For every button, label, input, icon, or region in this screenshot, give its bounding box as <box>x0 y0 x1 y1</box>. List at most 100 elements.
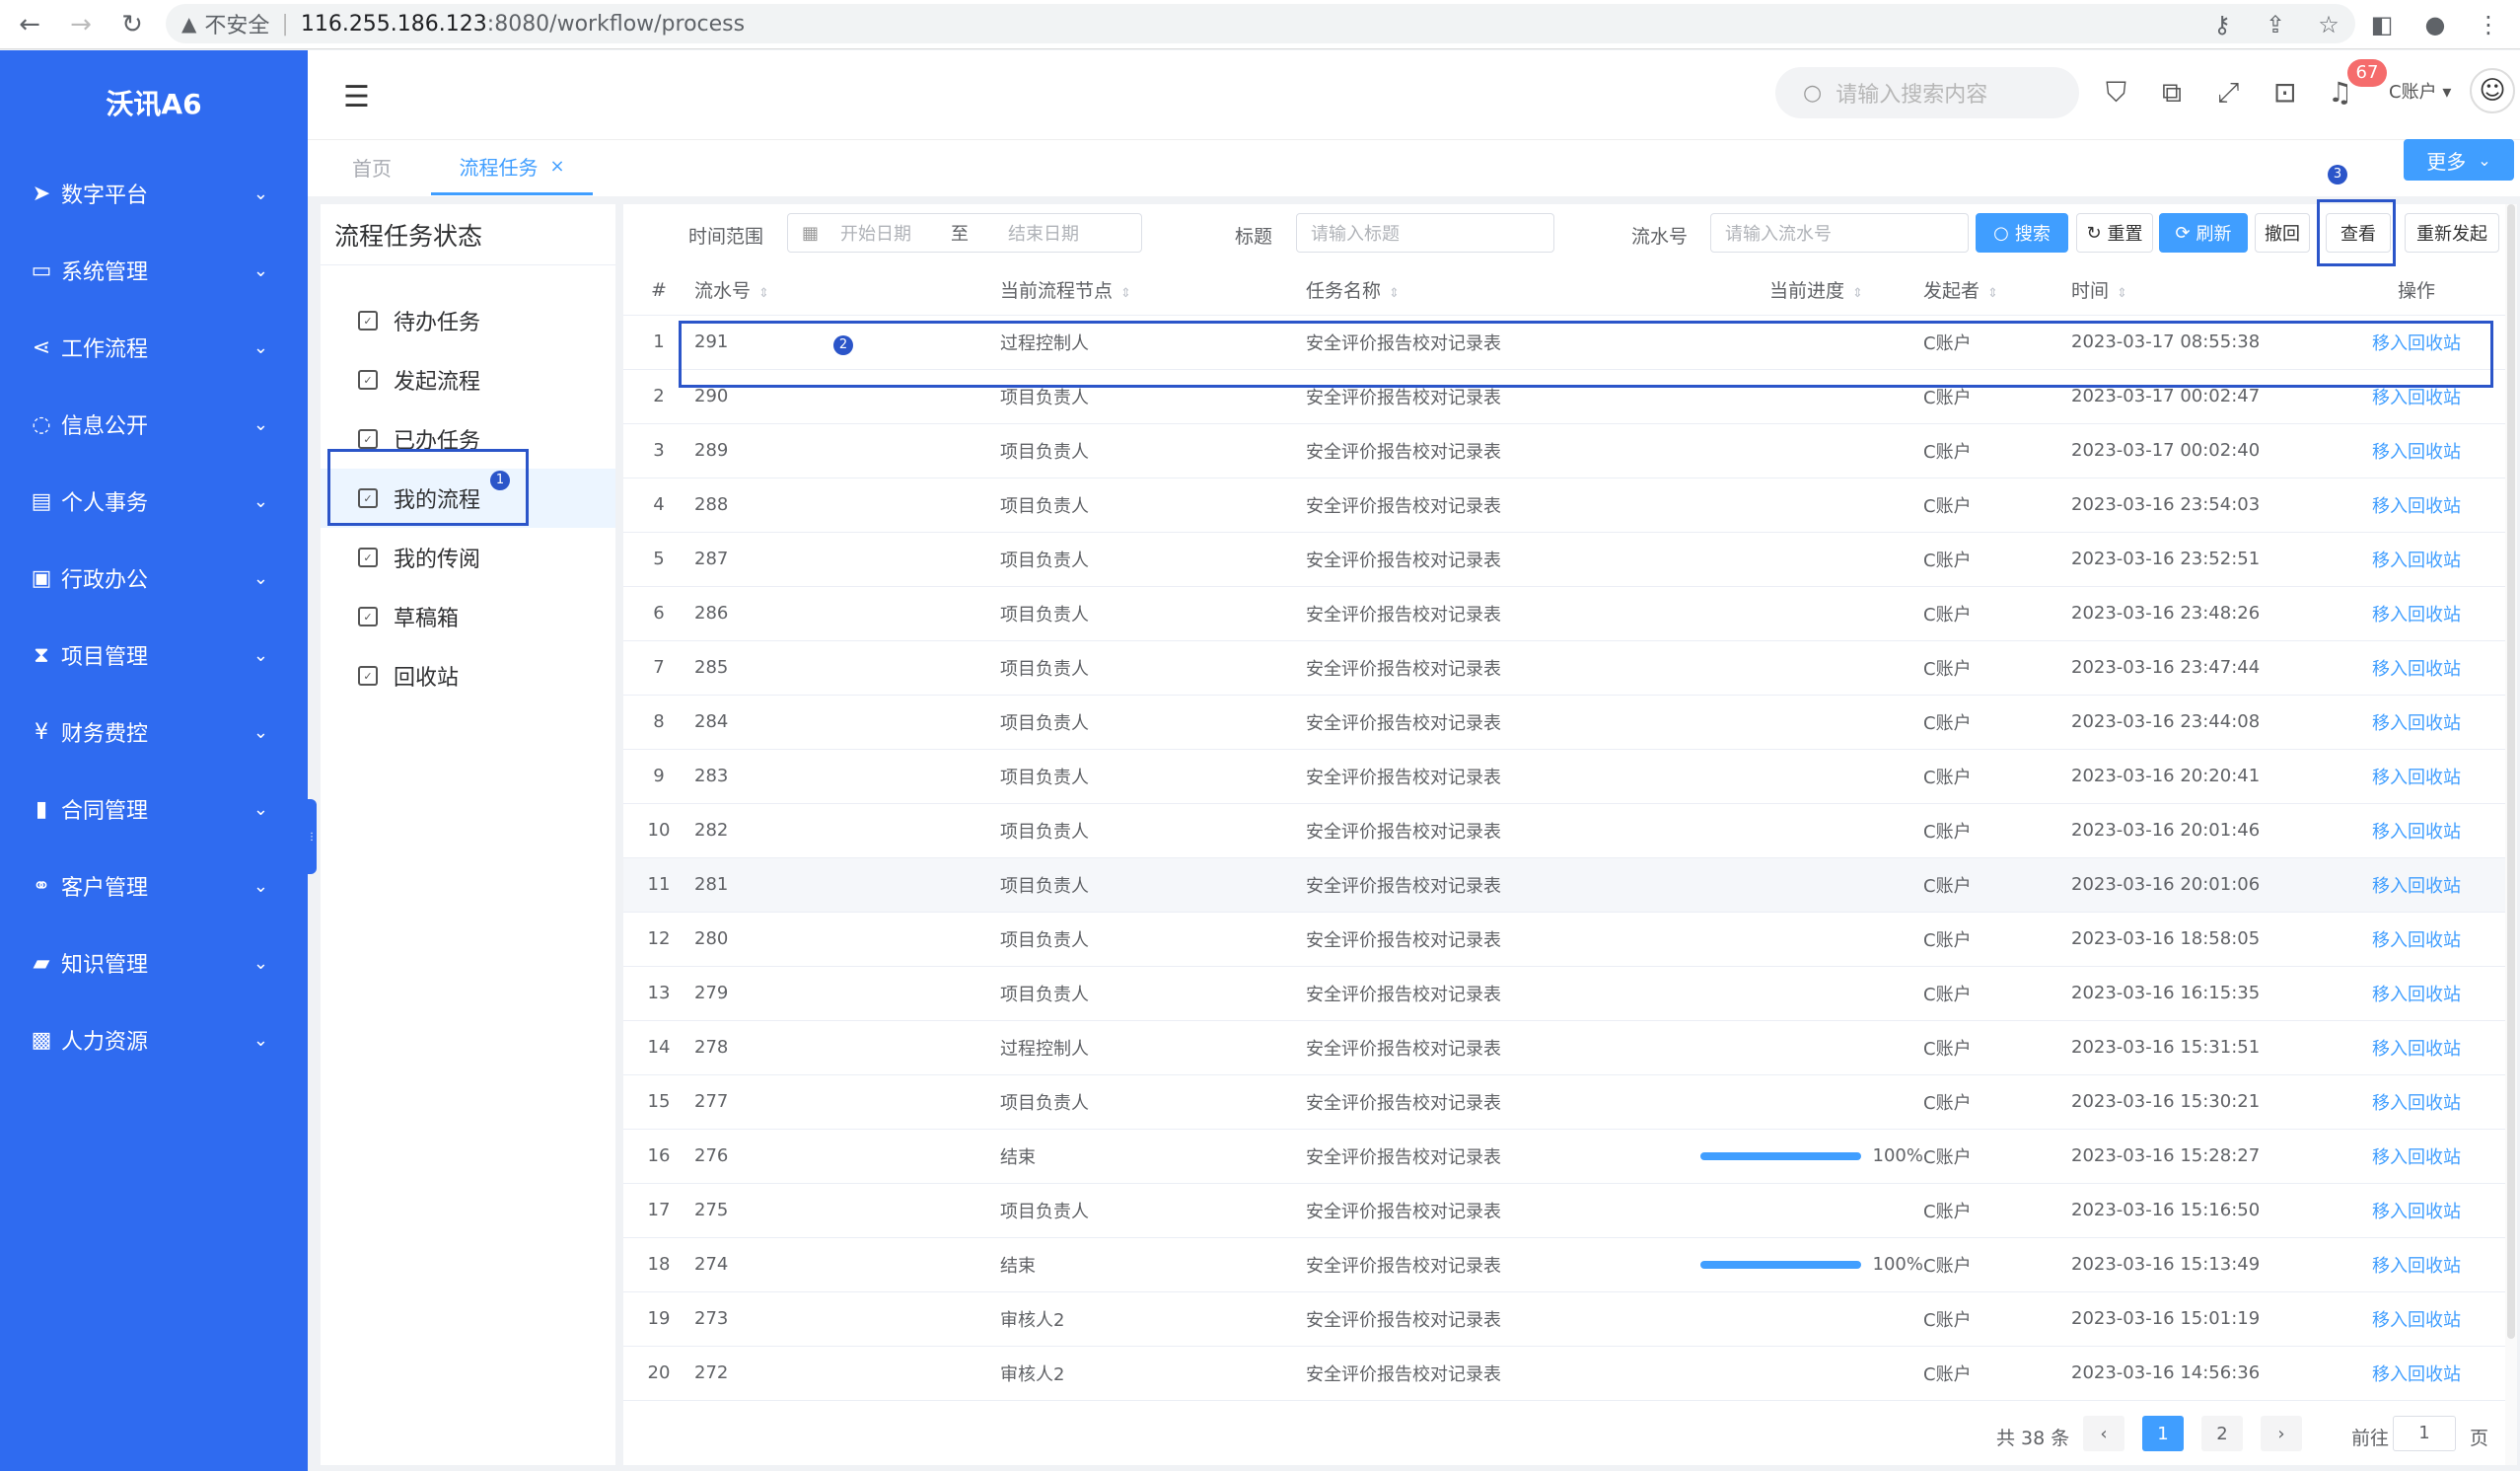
kebab-menu-icon[interactable]: ⋮ <box>2469 5 2508 44</box>
pager-page-2[interactable]: 2 <box>2201 1416 2243 1451</box>
pager-prev-button[interactable]: ‹ <box>2083 1416 2124 1451</box>
shirt-theme-icon[interactable]: ⛉ <box>2106 76 2126 110</box>
share-page-icon[interactable]: ⇪ <box>2256 5 2295 44</box>
sidebar-item-4[interactable]: ▤ 个人事务 ⌄ <box>0 463 308 540</box>
date-range-picker[interactable]: ▦ 开始日期 至 结束日期 <box>787 213 1142 253</box>
translate-icon[interactable]: ⧉ <box>2162 76 2182 110</box>
move-to-recycle-link[interactable]: 移入回收站 <box>2328 423 2505 478</box>
back-icon[interactable]: ← <box>8 3 51 46</box>
move-to-recycle-link[interactable]: 移入回收站 <box>2328 803 2505 858</box>
col-node[interactable]: 当前流程节点 ⇕ <box>1000 265 1306 316</box>
status-item-5[interactable]: ✓ 草稿箱 <box>321 587 615 646</box>
sort-icon[interactable]: ⇕ <box>1120 286 1131 301</box>
sort-icon[interactable]: ⇕ <box>2117 286 2127 301</box>
search-button[interactable]: ○ 搜索 <box>1976 213 2068 253</box>
sidebar-item-2[interactable]: ⋖ 工作流程 ⌄ <box>0 309 308 386</box>
lock-icon[interactable]: ⊡ <box>2273 76 2296 109</box>
move-to-recycle-link[interactable]: 移入回收站 <box>2328 1074 2505 1130</box>
table-row[interactable]: 20 272 审核人2 安全评价报告校对记录表 C账户 2023-03-16 14:56:… <box>623 1346 2505 1401</box>
restart-button[interactable]: 重新发起 <box>2405 213 2499 253</box>
table-row[interactable]: 8 284 项目负责人 安全评价报告校对记录表 C账户 2023-03-16 23:44:… <box>623 695 2505 750</box>
tab-workflow-tasks[interactable]: 流程任务 × <box>431 140 593 195</box>
sort-icon[interactable]: ⇕ <box>1852 286 1863 301</box>
move-to-recycle-link[interactable]: 移入回收站 <box>2328 640 2505 696</box>
table-row[interactable]: 17 275 项目负责人 安全评价报告校对记录表 C账户 2023-03-16 15:16… <box>623 1183 2505 1238</box>
sidebar-item-7[interactable]: ¥ 财务费控 ⌄ <box>0 694 308 771</box>
table-row[interactable]: 12 280 项目负责人 安全评价报告校对记录表 C账户 2023-03-16 18:58… <box>623 912 2505 967</box>
reset-button[interactable]: ↻ 重置 <box>2076 213 2153 253</box>
title-input[interactable]: 请输入标题 <box>1296 213 1554 253</box>
table-row[interactable]: 19 273 审核人2 安全评价报告校对记录表 C账户 2023-03-16 15:01:… <box>623 1291 2505 1347</box>
table-row[interactable]: 3 289 项目负责人 安全评价报告校对记录表 C账户 2023-03-17 00:02:… <box>623 423 2505 478</box>
table-row[interactable]: 13 279 项目负责人 安全评价报告校对记录表 C账户 2023-03-16 16:15… <box>623 966 2505 1021</box>
withdraw-button[interactable]: 撤回 <box>2255 213 2310 253</box>
address-bar[interactable]: ▲ 不安全 | 116.255.186.123:8080/workflow/pr… <box>166 4 2355 43</box>
table-row[interactable]: 14 278 过程控制人 安全评价报告校对记录表 C账户 2023-03-16 15:31… <box>623 1020 2505 1075</box>
side-panel-icon[interactable]: ◧ <box>2362 5 2402 44</box>
move-to-recycle-link[interactable]: 移入回收站 <box>2328 478 2505 533</box>
star-icon[interactable]: ☆ <box>2309 5 2348 44</box>
sidebar-item-6[interactable]: ⧗ 项目管理 ⌄ <box>0 617 308 694</box>
col-time[interactable]: 时间 ⇕ <box>2071 265 2328 316</box>
move-to-recycle-link[interactable]: 移入回收站 <box>2328 1237 2505 1292</box>
sidebar-item-9[interactable]: ⚭ 客户管理 ⌄ <box>0 847 308 924</box>
table-row[interactable]: 11 281 项目负责人 安全评价报告校对记录表 C账户 2023-03-16 20:01… <box>623 857 2505 913</box>
serial-input[interactable]: 请输入流水号 <box>1710 213 1969 253</box>
hamburger-menu-icon[interactable]: ☰ <box>343 80 370 114</box>
move-to-recycle-link[interactable]: 移入回收站 <box>2328 912 2505 967</box>
move-to-recycle-link[interactable]: 移入回收站 <box>2328 1129 2505 1184</box>
global-search-input[interactable]: ○ 请输入搜索内容 <box>1775 67 2079 118</box>
sidebar-item-1[interactable]: ▭ 系统管理 ⌄ <box>0 232 308 309</box>
table-row[interactable]: 18 274 结束 安全评价报告校对记录表 100% C账户 2023-03-16 15:1… <box>623 1237 2505 1292</box>
table-row[interactable]: 9 283 项目负责人 安全评价报告校对记录表 C账户 2023-03-16 20:20:… <box>623 749 2505 804</box>
status-item-4[interactable]: ✓ 我的传阅 <box>321 528 615 587</box>
forward-icon[interactable]: → <box>59 3 103 46</box>
move-to-recycle-link[interactable]: 移入回收站 <box>2328 695 2505 750</box>
sidebar-item-10[interactable]: ▰ 知识管理 ⌄ <box>0 924 308 1001</box>
move-to-recycle-link[interactable]: 移入回收站 <box>2328 1291 2505 1347</box>
table-row[interactable]: 15 277 项目负责人 安全评价报告校对记录表 C账户 2023-03-16 15:30… <box>623 1074 2505 1130</box>
sidebar-item-11[interactable]: ▩ 人力资源 ⌄ <box>0 1001 308 1078</box>
sort-icon[interactable]: ⇕ <box>758 286 769 301</box>
move-to-recycle-link[interactable]: 移入回收站 <box>2328 532 2505 587</box>
key-icon[interactable]: ⚷ <box>2202 5 2242 44</box>
avatar[interactable]: ☺ <box>2470 68 2515 113</box>
sidebar-item-3[interactable]: ◌ 信息公开 ⌄ <box>0 386 308 463</box>
sidebar-item-5[interactable]: ▣ 行政办公 ⌄ <box>0 540 308 617</box>
table-row[interactable]: 7 285 项目负责人 安全评价报告校对记录表 C账户 2023-03-16 23:47:… <box>623 640 2505 696</box>
col-progress[interactable]: 当前进度 ⇕ <box>1700 265 1923 316</box>
move-to-recycle-link[interactable]: 移入回收站 <box>2328 857 2505 913</box>
status-item-0[interactable]: ✓ 待办任务 <box>321 291 615 350</box>
table-row[interactable]: 16 276 结束 安全评价报告校对记录表 100% C账户 2023-03-16 15:2… <box>623 1129 2505 1184</box>
sort-icon[interactable]: ⇕ <box>1987 286 1998 301</box>
fullscreen-icon[interactable]: ⤢ <box>2217 76 2239 110</box>
pager-next-button[interactable]: › <box>2261 1416 2302 1451</box>
table-row[interactable]: 10 282 项目负责人 安全评价报告校对记录表 C账户 2023-03-16 20:01… <box>623 803 2505 858</box>
move-to-recycle-link[interactable]: 移入回收站 <box>2328 749 2505 804</box>
col-task[interactable]: 任务名称 ⇕ <box>1306 265 1700 316</box>
table-row[interactable]: 6 286 项目负责人 安全评价报告校对记录表 C账户 2023-03-16 23:48:… <box>623 586 2505 641</box>
col-initiator[interactable]: 发起者 ⇕ <box>1923 265 2071 316</box>
profile-icon[interactable]: ● <box>2415 5 2455 44</box>
status-item-6[interactable]: ✓ 回收站 <box>321 646 615 705</box>
account-menu[interactable]: C账户 ▾ <box>2389 78 2451 104</box>
sidebar-item-0[interactable]: ➤ 数字平台 ⌄ <box>0 155 308 232</box>
table-row[interactable]: 4 288 项目负责人 安全评价报告校对记录表 C账户 2023-03-16 23:54:… <box>623 478 2505 533</box>
more-button[interactable]: 更多 ⌄ <box>2404 139 2514 181</box>
reload-icon[interactable]: ↻ <box>110 3 154 46</box>
tab-home[interactable]: 首页 <box>352 140 392 193</box>
move-to-recycle-link[interactable]: 移入回收站 <box>2328 1020 2505 1075</box>
move-to-recycle-link[interactable]: 移入回收站 <box>2328 1183 2505 1238</box>
move-to-recycle-link[interactable]: 移入回收站 <box>2328 966 2505 1021</box>
close-icon[interactable]: × <box>549 156 564 177</box>
status-item-1[interactable]: ✓ 发起流程 <box>321 350 615 409</box>
pager-goto-input[interactable]: 1 <box>2393 1416 2456 1451</box>
sort-icon[interactable]: ⇕ <box>1389 286 1400 301</box>
move-to-recycle-link[interactable]: 移入回收站 <box>2328 586 2505 641</box>
page-scrollbar[interactable] <box>2505 204 2517 1465</box>
move-to-recycle-link[interactable]: 移入回收站 <box>2328 1346 2505 1401</box>
col-serial[interactable]: 流水号 ⇕ <box>694 265 1000 316</box>
pager-page-1[interactable]: 1 <box>2142 1416 2184 1451</box>
bell-icon[interactable]: ♫ <box>2328 76 2352 109</box>
scrollbar-thumb[interactable] <box>2507 204 2515 1339</box>
